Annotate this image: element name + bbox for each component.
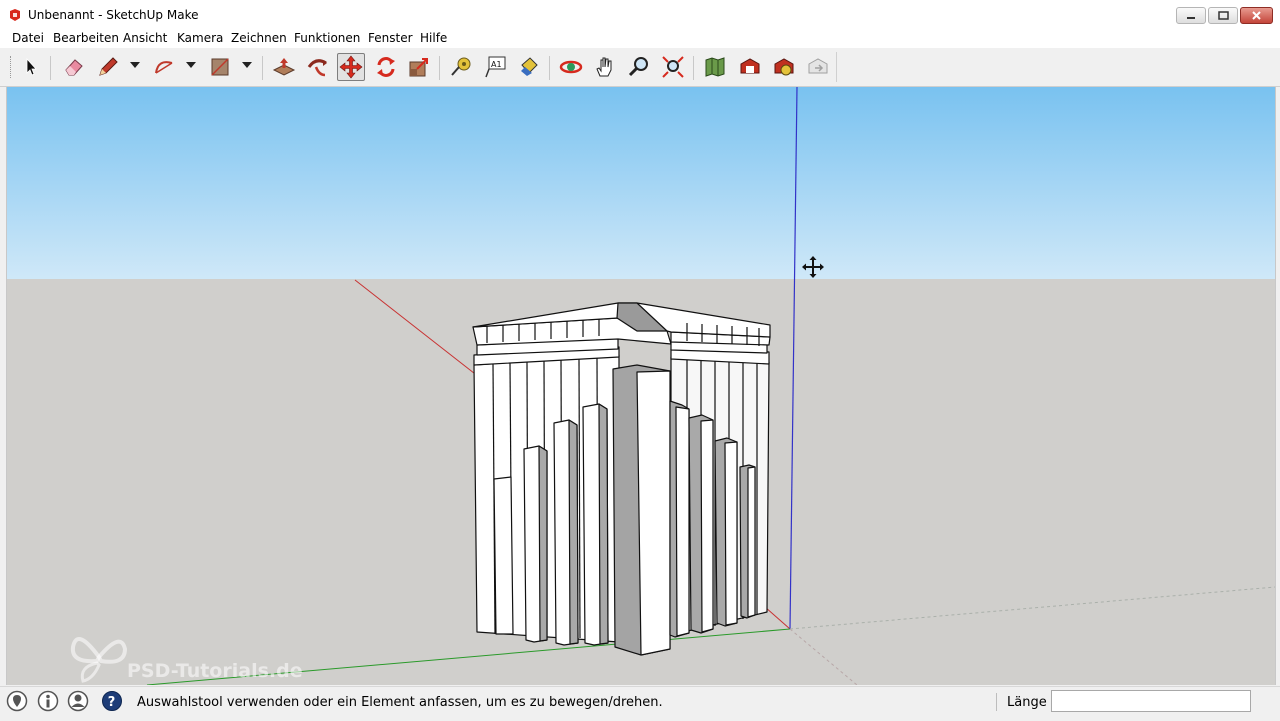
paint-bucket-icon (521, 57, 538, 76)
map-icon (705, 57, 725, 77)
menu-bar: Datei Bearbeiten Ansicht Kamera Zeichnen… (0, 30, 1280, 48)
red-axis (354, 279, 480, 378)
extension-icon (774, 58, 794, 76)
move-icon (339, 55, 363, 79)
eraser-icon (65, 59, 83, 76)
length-label: Länge (1007, 695, 1047, 710)
blue-axis (789, 87, 798, 630)
share-model-tool-button[interactable] (804, 53, 832, 81)
drawing-viewport[interactable]: PSD-Tutorials.de (6, 87, 1276, 685)
window-title: Unbenannt - SketchUp Make (28, 8, 199, 22)
pencil-icon (99, 57, 118, 76)
title-bar: Unbenannt - SketchUp Make (0, 0, 1280, 31)
hand-icon (596, 57, 612, 77)
toolbar-separator (439, 56, 440, 80)
magnifier-icon (628, 57, 648, 77)
zoom-extents-tool-button[interactable] (659, 53, 687, 81)
pencil-tool-button[interactable] (94, 53, 122, 81)
select-tool-button[interactable] (17, 53, 45, 81)
maximize-icon (1217, 11, 1229, 20)
minimize-icon (1187, 16, 1195, 19)
orbit-icon (559, 60, 583, 74)
orbit-tool-button[interactable] (557, 53, 585, 81)
menu-fenster[interactable]: Fenster (368, 31, 413, 45)
text-icon: A1 (485, 56, 506, 78)
arc-icon (155, 61, 173, 74)
scale-tool-button[interactable] (405, 53, 433, 81)
toolbar-separator (50, 56, 51, 80)
tape-measure-tool-button[interactable] (447, 53, 475, 81)
credits-icon[interactable] (37, 690, 59, 712)
close-button[interactable] (1240, 7, 1273, 24)
toolbar-separator (693, 56, 694, 80)
help-icon[interactable]: ? (101, 690, 123, 712)
move-cursor-icon (802, 256, 824, 278)
zoom-tool-button[interactable] (625, 53, 653, 81)
menu-hilfe[interactable]: Hilfe (420, 31, 447, 45)
watermark-text: PSD-Tutorials.de (127, 660, 303, 682)
geolocation-icon[interactable] (6, 690, 28, 712)
toolbar-separator (262, 56, 263, 80)
push-pull-tool-button[interactable] (270, 53, 298, 81)
pencil-dropdown-arrow[interactable] (130, 62, 140, 68)
menu-kamera[interactable]: Kamera (177, 31, 223, 45)
menu-bearbeiten[interactable]: Bearbeiten (53, 31, 119, 45)
pan-tool-button[interactable] (591, 53, 619, 81)
arc-dropdown-arrow[interactable] (186, 62, 196, 68)
status-bar: ? Auswahlstool verwenden oder ein Elemen… (0, 686, 1280, 721)
svg-text:A1: A1 (491, 60, 502, 69)
follow-me-tool-button[interactable] (304, 53, 332, 81)
warehouse-icon (740, 58, 760, 74)
green-axis-dotted (789, 586, 1275, 630)
watermark-logo: PSD-Tutorials.de (69, 627, 309, 685)
share-icon (808, 58, 828, 74)
minimize-button[interactable] (1176, 7, 1206, 24)
model-scene (146, 87, 1275, 685)
building-model (472, 302, 771, 656)
rotate-icon (377, 57, 395, 77)
length-input[interactable] (1051, 690, 1251, 712)
scale-icon (409, 58, 428, 77)
butterfly-logo-icon (70, 637, 128, 683)
text-tool-button[interactable]: A1 (481, 53, 509, 81)
rectangle-dropdown-arrow[interactable] (242, 62, 252, 68)
toolbar-grip[interactable] (10, 56, 14, 78)
status-message: Auswahlstool verwenden oder ein Element … (137, 695, 663, 710)
svg-text:?: ? (108, 695, 116, 710)
sketchup-icon (10, 9, 20, 21)
arrow-cursor-icon (26, 57, 37, 76)
menu-zeichnen[interactable]: Zeichnen (231, 31, 287, 45)
push-pull-icon (272, 58, 296, 76)
add-location-tool-button[interactable] (701, 53, 729, 81)
menu-ansicht[interactable]: Ansicht (123, 31, 167, 45)
eraser-tool-button[interactable] (60, 53, 88, 81)
menu-funktionen[interactable]: Funktionen (294, 31, 360, 45)
rectangle-tool-button[interactable] (206, 53, 234, 81)
rotate-tool-button[interactable] (372, 53, 400, 81)
menu-datei[interactable]: Datei (12, 31, 44, 45)
move-tool-button[interactable] (337, 53, 365, 81)
red-axis-front (764, 606, 791, 630)
toolbar-separator (549, 56, 550, 80)
zoom-extents-icon (662, 56, 684, 78)
extension-warehouse-tool-button[interactable] (770, 53, 798, 81)
user-icon[interactable] (67, 690, 89, 712)
tape-measure-icon (451, 57, 471, 76)
follow-me-icon (307, 59, 327, 77)
3d-warehouse-tool-button[interactable] (736, 53, 764, 81)
red-axis-dotted (789, 628, 858, 685)
close-icon (1252, 11, 1261, 20)
arc-tool-button[interactable] (150, 53, 178, 81)
maximize-button[interactable] (1208, 7, 1238, 24)
paint-bucket-tool-button[interactable] (515, 53, 543, 81)
toolbar-end-divider (836, 52, 837, 82)
rectangle-icon (211, 58, 229, 76)
status-separator (996, 693, 997, 711)
large-toolset-toolbar: A1 (0, 48, 1280, 87)
